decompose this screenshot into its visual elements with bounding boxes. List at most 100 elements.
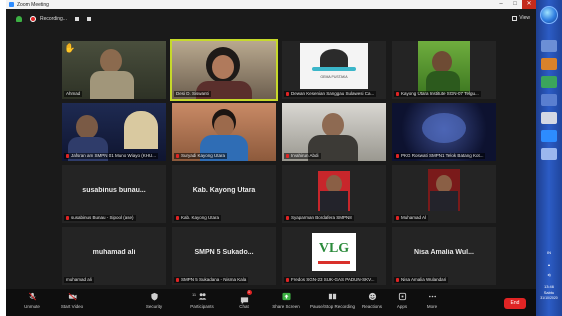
grid-view-icon [512,15,518,21]
participant-display-name: susabinus bunau... [82,187,146,194]
participant-tile[interactable]: Muhamad Al [392,165,496,223]
taskbar-app-explorer-icon[interactable] [541,40,557,52]
taskbar-app-window-icon[interactable] [541,94,557,106]
muted-microphone-icon [28,292,36,301]
participant-tile[interactable]: susabinus bunau... susabinus Bunau - Sip… [62,165,166,223]
muted-mic-icon [66,154,69,158]
recording-indicator: Recording... [30,14,91,24]
pause-recording-icon[interactable] [74,17,79,21]
meeting-info-bar: Recording... View [6,9,536,29]
participant-tile[interactable]: PKG Roswati SMPN1 Telok Batang Kot... [392,103,496,161]
network-icon[interactable]: ▴ [537,262,561,267]
muted-mic-icon [286,92,289,96]
taskbar-app-other-icon[interactable] [541,148,557,160]
participant-tile[interactable]: Nisa Amalia Wul... Nisa Amalia Wulandari [392,227,496,285]
participant-tile[interactable]: Suryadi Kayong Utara [172,103,276,161]
participant-name: Kayong Utara Institute SGN-07 Telgu... [401,91,479,96]
participant-name: Dewan Kesenian Sanggau Sulawesi Ca... [291,91,375,96]
participant-name: susabinus Bunau - Sipool (ase) [71,215,134,220]
participant-display-name: Nisa Amalia Wul... [414,249,474,256]
share-screen-icon [281,292,291,301]
participant-name: Suryadi Kayong Utara [181,153,226,158]
participant-display-name: muhamad ali [92,249,136,256]
shield-icon [150,292,158,301]
volume-icon[interactable]: ◂) [537,272,561,277]
participant-display-name: Kab. Kayong Utara [192,187,256,194]
meeting-control-bar: Unmute Start Video Security 11 Participa… [6,289,536,316]
windows-taskbar: IN ▴ ◂) 13:46 Sabtu 31/10/2020 [536,0,562,316]
participant-name: Ahmad [66,91,81,96]
muted-mic-icon [286,216,289,220]
apps-icon [398,292,406,301]
participant-name: Nisa Amalia Wulandari [401,277,447,282]
end-meeting-button[interactable]: End [504,298,526,309]
participant-name: Fredos SGN-23 SUK-GAS PADUN-SKV... [291,277,375,282]
pause-stop-recording-button[interactable]: Pause/Stop Recording [310,292,355,314]
share-screen-label: Share Screen [272,304,300,309]
participant-name: Muhamad Al [401,215,427,220]
participant-name: PKG Roswati SMPN1 Telok Batang Kot... [401,153,484,158]
start-orb-icon[interactable] [540,6,558,24]
participant-name: Irvahirun Abdi [291,153,319,158]
share-screen-button[interactable]: Share Screen [266,292,306,314]
participant-name: muhamad ali [66,277,92,282]
minimize-button[interactable]: – [494,0,508,9]
close-window-button[interactable]: ✕ [522,0,536,9]
participant-name: Kab. Kayong Utara [181,215,220,220]
clock-time[interactable]: 13:46 [537,284,561,289]
more-label: More [426,304,438,309]
view-button[interactable]: View [512,15,530,21]
muted-mic-icon [396,92,399,96]
muted-mic-icon [396,278,399,282]
chat-button[interactable]: 1 Chat [224,290,264,314]
participant-tile[interactable]: GEMA PUSTAKA Dewan Kesenian Sanggau Sula… [282,41,386,99]
gallery-view: ✋ Ahmad Desi D. Siswanti GEMA PUSTAKA De… [62,39,496,285]
video-off-icon [68,293,77,301]
more-dots-icon [428,295,436,298]
participant-tile[interactable]: Kayong Utara Institute SGN-07 Telgu... [392,41,496,99]
participant-tile-active-speaker[interactable]: Desi D. Siswanti [170,39,278,101]
muted-mic-icon [176,278,179,282]
start-video-button[interactable]: Start Video [52,292,92,314]
maximize-button[interactable]: □ [508,0,522,9]
taskbar-app-media-icon[interactable] [541,58,557,70]
clock-day: Sabtu [543,290,555,295]
view-label: View [519,15,530,21]
unmute-button[interactable]: Unmute [12,292,52,314]
zoom-window: Zoom Meeting – □ ✕ Recording... View ✋ A… [6,0,536,316]
muted-mic-icon [286,278,289,282]
recording-dot-icon [30,16,36,22]
vlog-logo-text: VLG [318,241,350,256]
start-video-label: Start Video [60,304,84,309]
participant-tile[interactable]: muhamad ali muhamad ali [62,227,166,285]
muted-mic-icon [396,216,399,220]
participant-tile[interactable]: Syaparman Bordafera SMPN8 [282,165,386,223]
participant-display-name: SMPN 5 Sukado... [194,249,254,256]
muted-mic-icon [176,154,179,158]
chat-bubble-icon [240,297,248,305]
participants-button[interactable]: 11 Participants [182,292,222,314]
window-titlebar: Zoom Meeting – □ ✕ [6,0,536,9]
meeting-info-shield-icon[interactable] [16,16,22,22]
muted-mic-icon [176,216,179,220]
participant-tile[interactable]: Kab. Kayong Utara Kab. Kayong Utara [172,165,276,223]
participant-tile[interactable]: ✋ Ahmad [62,41,166,99]
raised-hand-icon: ✋ [64,43,76,53]
security-label: Security [145,304,163,309]
muted-mic-icon [66,216,69,220]
participant-tile[interactable]: Jafsran am SMPN 01 Muno Wiayo (KHU... [62,103,166,161]
muted-mic-icon [396,154,399,158]
language-indicator[interactable]: IN [537,250,561,255]
stop-recording-icon[interactable] [86,17,91,21]
more-button[interactable]: More [412,292,452,314]
participant-tile[interactable]: Irvahirun Abdi [282,103,386,161]
chat-icon-wrapper: 1 [240,290,252,305]
taskbar-app-word-icon[interactable] [541,112,557,124]
clock-date: 31/10/2020 [540,296,558,300]
taskbar-app-chrome-icon[interactable] [541,76,557,88]
participant-name: SMPN 5 Sukadana - Nisma Kala [181,277,247,282]
taskbar-app-zoom-icon[interactable] [541,130,557,142]
participant-tile[interactable]: SMPN 5 Sukado... SMPN 5 Sukadana - Nisma… [172,227,276,285]
participant-tile[interactable]: VLG Fredos SGN-23 SUK-GAS PADUN-SKV... [282,227,386,285]
security-button[interactable]: Security [134,292,174,314]
